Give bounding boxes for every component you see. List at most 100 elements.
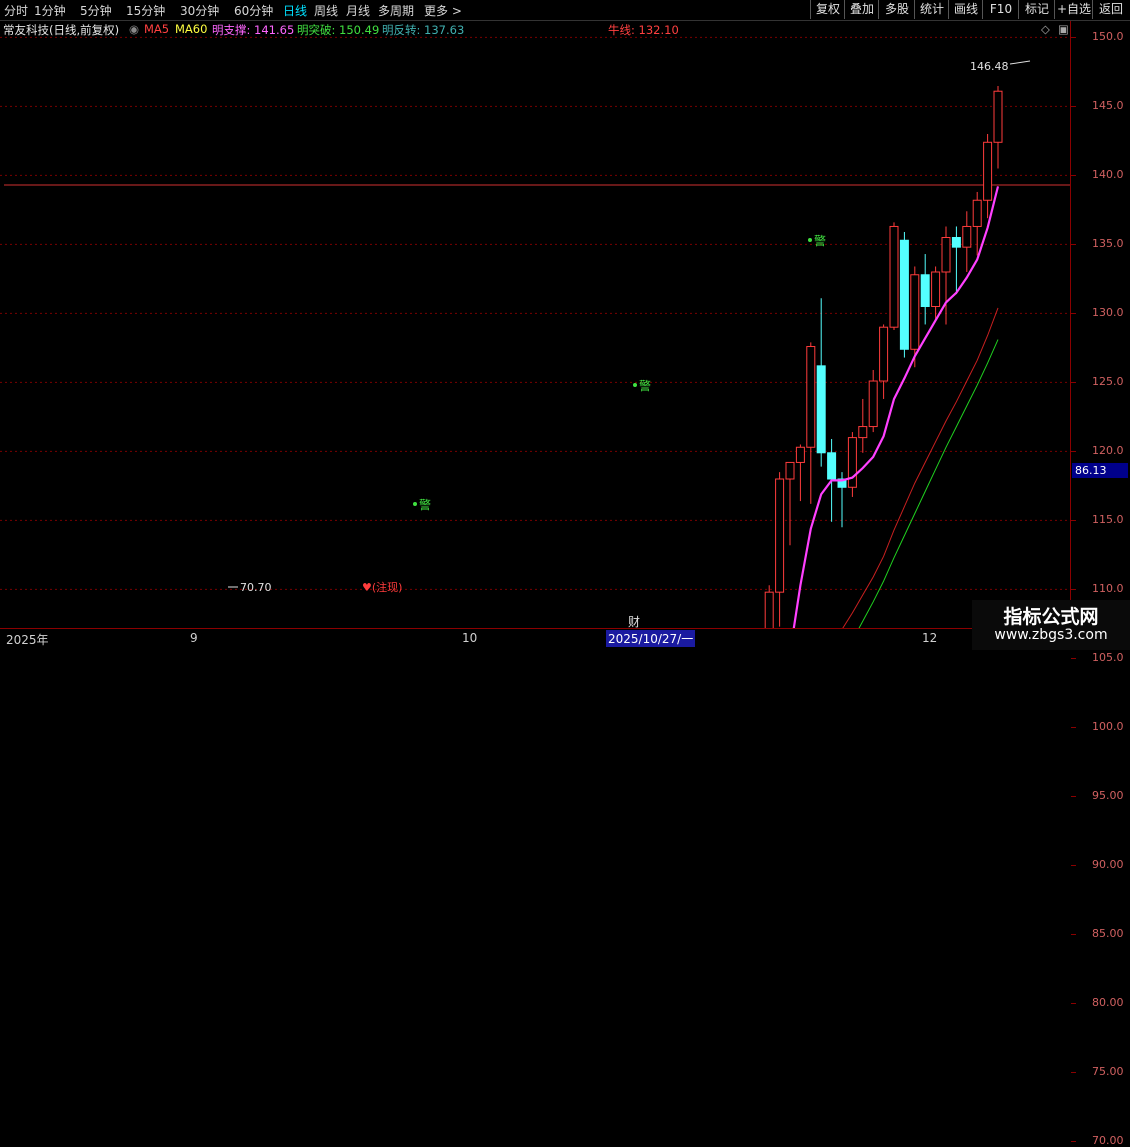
diamond-icon[interactable]: ◇	[1041, 22, 1050, 36]
warn-dot	[633, 383, 637, 387]
price-tick-label: 95.00	[1092, 789, 1124, 803]
high-price-pointer	[1009, 60, 1031, 65]
period-15min[interactable]: 15分钟	[126, 2, 165, 19]
f10-button[interactable]: F10	[982, 0, 1019, 19]
date-year: 2025年	[6, 633, 49, 647]
current-price-badge: 86.13	[1072, 463, 1128, 478]
period-weekly[interactable]: 周线	[314, 2, 338, 19]
warn-dot	[808, 238, 812, 242]
candle-body	[806, 346, 816, 448]
date-month-10: 10	[462, 631, 478, 645]
candle-body	[827, 452, 837, 480]
price-tick-mark	[1071, 451, 1076, 453]
period-5min[interactable]: 5分钟	[80, 2, 112, 19]
price-tick-label: 80.00	[1092, 996, 1124, 1010]
price-tick-label: 115.0	[1092, 513, 1124, 527]
price-tick-label: 125.0	[1092, 375, 1124, 389]
cursor-date: 2025/10/27/一	[606, 630, 696, 647]
add-watchlist-button[interactable]: +自选	[1054, 0, 1093, 19]
stats-button[interactable]: 统计	[914, 0, 949, 19]
candle-body	[951, 237, 961, 248]
price-tick-mark	[1071, 589, 1076, 591]
candle-body	[910, 274, 920, 350]
period-30min[interactable]: 30分钟	[180, 2, 219, 19]
price-tick-label: 75.00	[1092, 1065, 1124, 1079]
candle-body	[816, 365, 826, 454]
period-60min[interactable]: 60分钟	[234, 2, 273, 19]
support-value: 明支撑: 141.65	[212, 23, 295, 37]
price-tick-mark	[1071, 244, 1076, 246]
candle-body	[972, 199, 982, 227]
ma-main-line	[792, 186, 1000, 628]
bull-line-value: 牛线: 132.10	[608, 23, 679, 37]
candle-body	[899, 239, 909, 350]
price-tick-label: 135.0	[1092, 237, 1124, 251]
window-icon[interactable]: ▣	[1058, 22, 1069, 36]
price-tick-mark	[1071, 727, 1076, 729]
period-fenshi[interactable]: 分时	[4, 2, 28, 19]
price-tick-label: 110.0	[1092, 582, 1124, 596]
candle-body	[795, 446, 805, 463]
warn-label: 警	[419, 497, 431, 512]
price-tick-mark	[1071, 37, 1076, 39]
period-toolbar: 分时 1分钟 5分钟 15分钟 30分钟 60分钟 日线 周线 月线 多周期 更…	[0, 0, 1130, 21]
event-label: ♥(注现)	[362, 580, 402, 594]
ma60-label: MA60	[175, 22, 208, 36]
adjust-button[interactable]: 复权	[810, 0, 845, 19]
watermark: 指标公式网 www.zbgs3.com	[972, 600, 1130, 650]
multi-stock-button[interactable]: 多股	[878, 0, 915, 19]
price-tick-mark	[1071, 1072, 1076, 1074]
price-tick-mark	[1071, 382, 1076, 384]
warn-label: 警	[814, 233, 826, 248]
price-tick-mark	[1071, 934, 1076, 936]
period-more[interactable]: 更多 >	[424, 2, 462, 19]
price-tick-label: 120.0	[1092, 444, 1124, 458]
price-axis: 150.0 145.0 140.0 135.0 130.0 125.0 120.0 115.0…	[1070, 21, 1130, 1147]
price-tick-label: 105.0	[1092, 651, 1124, 665]
candle-body	[764, 591, 774, 628]
watermark-url: www.zbgs3.com	[994, 627, 1108, 643]
ma5-label: MA5	[144, 22, 170, 36]
period-monthly[interactable]: 月线	[346, 2, 370, 19]
back-button[interactable]: 返回	[1092, 0, 1129, 19]
price-tick-label: 145.0	[1092, 99, 1124, 113]
period-daily[interactable]: 日线	[283, 2, 307, 19]
price-tick-mark	[1071, 658, 1076, 660]
candle-body	[962, 225, 972, 248]
candle-body	[847, 437, 857, 488]
price-tick-label: 140.0	[1092, 168, 1124, 182]
price-tick-mark	[1071, 796, 1076, 798]
candle-body	[879, 326, 889, 382]
draw-line-button[interactable]: 画线	[948, 0, 983, 19]
warn-label: 警	[639, 378, 651, 393]
candle-body	[858, 426, 868, 439]
price-tick-mark	[1071, 1141, 1076, 1143]
indicator-info-bar: 常友科技(日线,前复权) ◉ MA5 MA60 明支撑: 141.65 明突破:…	[0, 21, 1070, 37]
candle-body	[931, 271, 941, 307]
price-tick-label: 100.0	[1092, 720, 1124, 734]
price-tick-mark	[1071, 106, 1076, 108]
overlay-button[interactable]: 叠加	[844, 0, 879, 19]
price-tick-mark	[1071, 175, 1076, 177]
breakout-value: 明突破: 150.49	[297, 23, 380, 37]
warn-dot	[413, 502, 417, 506]
price-tick-mark	[1071, 865, 1076, 867]
candle-body	[941, 237, 951, 273]
price-tick-mark	[1071, 520, 1076, 522]
high-price-label: 146.48	[970, 60, 1009, 73]
kline-chart[interactable]: 146.4870.70警警警♥(注现)财	[0, 21, 1070, 628]
date-month-9: 9	[190, 631, 198, 645]
candle-body	[920, 274, 930, 307]
period-1min[interactable]: 1分钟	[34, 2, 66, 19]
date-axis: 2025年 9 10 2025/10/27/一 12	[0, 628, 1130, 651]
watermark-title: 指标公式网	[1003, 606, 1099, 628]
period-multi[interactable]: 多周期	[378, 2, 414, 19]
mark-button[interactable]: 标记	[1018, 0, 1055, 19]
price-tick-label: 150.0	[1092, 30, 1124, 44]
settings-icon[interactable]: ◉	[129, 22, 139, 36]
candle-body	[983, 141, 993, 201]
price-tick-label: 85.00	[1092, 927, 1124, 941]
cai-label: 财	[628, 615, 640, 628]
price-tick-label: 90.00	[1092, 858, 1124, 872]
price-tick-mark	[1071, 1003, 1076, 1005]
